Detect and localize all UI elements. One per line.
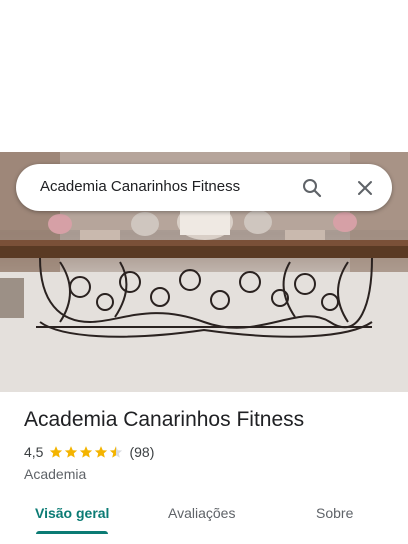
star-icon: [95, 446, 108, 458]
place-title: Academia Canarinhos Fitness: [24, 408, 305, 431]
half-star-icon: [110, 446, 123, 458]
active-tab-indicator: [36, 531, 108, 534]
rating-row[interactable]: 4,5 (98): [24, 444, 154, 460]
star-rating: [49, 445, 123, 459]
star-icon: [50, 446, 63, 458]
search-bar[interactable]: Academia Canarinhos Fitness: [16, 164, 392, 211]
search-icon[interactable]: [296, 172, 328, 204]
place-category[interactable]: Academia: [24, 466, 86, 482]
tab-overview[interactable]: Visão geral: [35, 505, 109, 521]
star-icon: [80, 446, 93, 458]
close-icon[interactable]: [349, 172, 381, 204]
tab-about[interactable]: Sobre: [316, 505, 353, 521]
place-tabs: Visão geral Avaliações Sobre: [0, 500, 408, 544]
rating-value: 4,5: [24, 444, 44, 460]
reviews-count[interactable]: (98): [129, 444, 154, 460]
tab-reviews[interactable]: Avaliações: [168, 505, 235, 521]
star-icon: [65, 446, 78, 458]
search-query[interactable]: Academia Canarinhos Fitness: [40, 178, 240, 195]
